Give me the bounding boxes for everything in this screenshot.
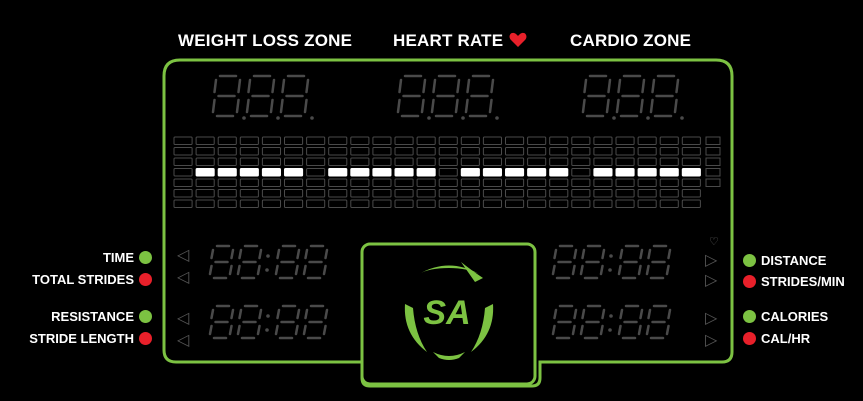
small-heart-icon: ♡: [709, 236, 719, 248]
label-time: TIME: [103, 250, 152, 265]
label-total-strides-text: TOTAL STRIDES: [32, 272, 134, 287]
label-stride-length: STRIDE LENGTH: [29, 331, 152, 346]
label-calories: CALORIES: [743, 309, 828, 324]
right-arrow-icon: ▷: [705, 310, 718, 327]
label-strides-min-text: STRIDES/MIN: [761, 274, 845, 289]
left-arrow-icon: ◁: [177, 269, 190, 286]
indicator-dot: [139, 310, 152, 323]
indicator-dot: [743, 310, 756, 323]
label-strides-min: STRIDES/MIN: [743, 274, 845, 289]
label-distance: DISTANCE: [743, 253, 826, 268]
right-arrow-icon: ▷: [705, 272, 718, 289]
label-cal-hr-text: CAL/HR: [761, 331, 811, 346]
label-cal-hr: CAL/HR: [743, 331, 810, 346]
indicator-dot: [743, 254, 756, 267]
left-arrow-icon: ◁: [177, 332, 190, 349]
console-display: WEIGHT LOSS ZONE HEART RATE CARDIO ZONE …: [0, 0, 863, 401]
label-total-strides: TOTAL STRIDES: [32, 272, 152, 287]
right-arrow-icon: ▷: [705, 252, 718, 269]
indicator-dot: [743, 275, 756, 288]
left-arrow-icon: ◁: [177, 247, 190, 264]
label-time-text: TIME: [102, 250, 134, 265]
label-distance-text: DISTANCE: [761, 253, 827, 268]
label-resistance: RESISTANCE: [51, 309, 152, 324]
right-arrow-icon: ▷: [705, 332, 718, 349]
indicator-dot: [139, 273, 152, 286]
svg-text:SA: SA: [423, 294, 470, 332]
indicator-dot: [139, 332, 152, 345]
left-arrow-icon: ◁: [177, 310, 190, 327]
label-resistance-text: RESISTANCE: [51, 309, 134, 324]
indicator-dot: [743, 332, 756, 345]
indicator-dot: [139, 251, 152, 264]
label-stride-length-text: STRIDE LENGTH: [29, 331, 134, 346]
label-calories-text: CALORIES: [761, 309, 829, 324]
